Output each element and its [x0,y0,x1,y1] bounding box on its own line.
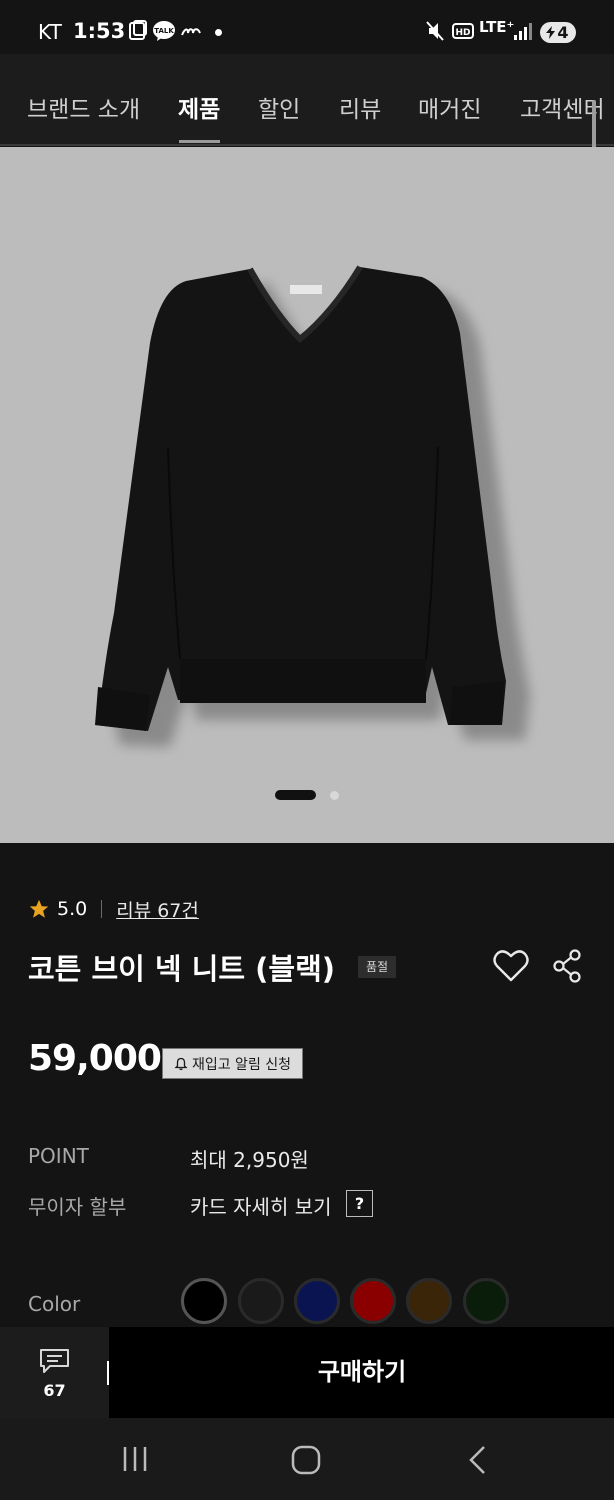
notification-dot [215,29,222,36]
tab-reviews[interactable]: 리뷰 [339,90,381,124]
home-icon[interactable] [290,1444,322,1476]
color-swatch[interactable] [181,1278,227,1324]
action-bar-divider [107,1361,109,1385]
recent-apps-icon[interactable] [120,1444,150,1474]
carousel-dot[interactable] [330,791,339,800]
color-swatch[interactable] [294,1278,340,1324]
color-swatch[interactable] [463,1278,509,1324]
battery-level: 4 [557,23,569,42]
installment-label: 무이자 할부 [28,1195,127,1219]
tab-brand-intro[interactable]: 브랜드 소개 [27,90,140,124]
svg-text:TALK: TALK [154,27,174,35]
active-tab-indicator [179,140,220,143]
clock: 1:53 [73,19,126,43]
tab-sale[interactable]: 할인 [258,90,300,124]
carrier-label: KT [38,20,62,44]
bell-icon [174,1057,188,1070]
color-swatch[interactable] [350,1278,396,1324]
color-swatch[interactable] [406,1278,452,1324]
battery-indicator: 4 [540,22,576,43]
tab-magazine[interactable]: 매거진 [418,90,481,124]
mute-icon [426,21,444,41]
hd-voice-icon: HD [452,23,474,39]
review-shortcut-button[interactable]: 67 [0,1327,109,1418]
tab-products[interactable]: 제품 [178,90,220,124]
point-label: POINT [28,1144,89,1168]
svg-text:HD: HD [455,28,470,38]
network-type: LTE⁺ [479,18,515,36]
app-notification-icon [181,28,201,36]
buy-button[interactable]: 구매하기 [110,1327,614,1418]
review-count-link[interactable]: 리뷰 67건 [116,896,199,923]
product-price: 59,000 [28,1038,162,1079]
help-icon[interactable]: ? [346,1190,373,1217]
screenshot-icon [129,20,147,40]
rating-row: 5.0 리뷰 67건 [28,895,199,923]
back-icon[interactable] [466,1444,490,1476]
point-value: 최대 2,950원 [190,1148,309,1172]
restock-alert-label: 재입고 알림 신청 [191,1056,292,1073]
rating-divider [101,900,103,918]
signal-icon [514,23,532,40]
bottom-action-bar: 67 구매하기 [0,1327,614,1418]
category-nav: 브랜드 소개 제품 할인 리뷰 매거진 고객센터 [0,54,614,146]
review-chat-icon [40,1349,69,1373]
status-bar: KT 1:53 TALK HD LTE⁺ 4 [0,0,614,54]
kakaotalk-icon: TALK [153,21,175,41]
product-title: 코튼 브이 넥 니트 (블랙) [28,952,336,986]
soldout-badge: 품절 [358,956,396,978]
charging-bolt-icon [546,26,555,39]
sweater-image [95,265,530,747]
color-swatch[interactable] [238,1278,284,1324]
star-icon [29,899,49,918]
color-label: Color [28,1292,81,1316]
carousel-dot-active[interactable] [275,790,316,800]
installment-details-link[interactable]: 카드 자세히 보기 [190,1191,332,1220]
share-icon[interactable] [552,949,582,983]
review-count: 67 [43,1381,66,1400]
heart-icon[interactable] [493,949,529,983]
system-navigation-bar [0,1418,614,1500]
product-image-carousel[interactable] [0,147,614,843]
restock-alert-button[interactable]: 재입고 알림 신청 [162,1048,303,1079]
rating-value: 5.0 [57,898,88,920]
